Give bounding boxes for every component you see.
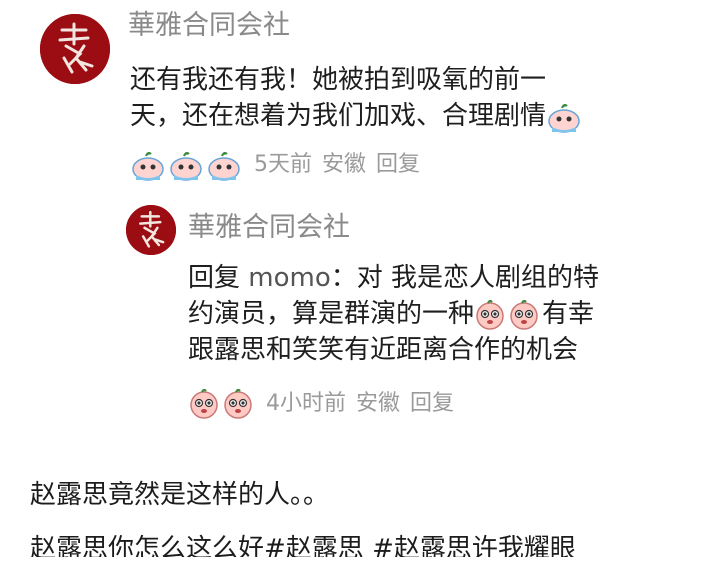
comment-line: 跟露思和笑笑有近距离合作的机会 <box>188 335 579 365</box>
brand-logo-icon <box>126 205 176 255</box>
pleading-face-emoji-icon <box>508 299 540 330</box>
comment-line: 回复 momo：对 我是恋人剧组的特 <box>188 260 599 296</box>
avatar[interactable] <box>40 14 110 84</box>
reply-button[interactable]: 回复 <box>376 151 420 179</box>
pleading-face-emoji-icon <box>474 299 506 330</box>
emoji-group <box>188 389 256 419</box>
brand-logo-icon <box>40 14 110 84</box>
comment-line: 约演员，算是群演的一种 有幸 <box>188 296 599 332</box>
comment-meta: 4小时前 安徽 回复 <box>188 389 454 419</box>
comment-meta: 5天前 安徽 回复 <box>130 149 420 181</box>
crying-face-emoji-icon <box>206 149 242 181</box>
crying-face-emoji-icon <box>130 149 166 181</box>
comment-line: 还有我还有我！她被拍到吸氧的前一 <box>130 65 547 95</box>
username[interactable]: 華雅合同会社 <box>128 10 290 42</box>
comment-line-text: ：对 我是恋人剧组的特 <box>330 263 600 293</box>
comment-time: 4小时前 <box>266 391 346 416</box>
comment-line: 天，还在想着为我们加戏、合理剧情 <box>130 98 584 134</box>
crying-face-emoji-icon <box>168 149 204 181</box>
reply-text: 回复 momo：对 我是恋人剧组的特 约演员，算是群演的一种 有幸 跟露思和笑笑… <box>188 260 599 368</box>
comment-location: 安徽 <box>322 152 367 177</box>
comment-line-text: 有幸 <box>542 299 595 329</box>
post-text: 赵露思竟然是这样的人。。 <box>30 480 330 510</box>
comment-text: 还有我还有我！她被拍到吸氧的前一 天，还在想着为我们加戏、合理剧情 <box>130 62 584 134</box>
crying-face-emoji-icon <box>546 101 582 133</box>
reply-button[interactable]: 回复 <box>410 390 454 418</box>
avatar[interactable] <box>126 205 176 255</box>
pleading-face-emoji-icon <box>222 389 254 419</box>
mention-link[interactable]: momo <box>248 263 330 293</box>
pleading-face-emoji-icon <box>188 389 220 419</box>
screenshot: 華雅合同会社 还有我还有我！她被拍到吸氧的前一 天，还在想着为我们加戏、合理剧情… <box>0 0 720 579</box>
reply-prefix: 回复 <box>188 263 241 293</box>
comment-line-text: 天，还在想着为我们加戏、合理剧情 <box>130 101 547 131</box>
comment-location: 安徽 <box>356 391 401 416</box>
bottom-crop <box>0 557 720 579</box>
emoji-group <box>130 149 244 181</box>
comment-time: 5天前 <box>254 152 312 177</box>
comment-line-text: 约演员，算是群演的一种 <box>188 299 475 329</box>
username[interactable]: 華雅合同会社 <box>188 212 350 244</box>
